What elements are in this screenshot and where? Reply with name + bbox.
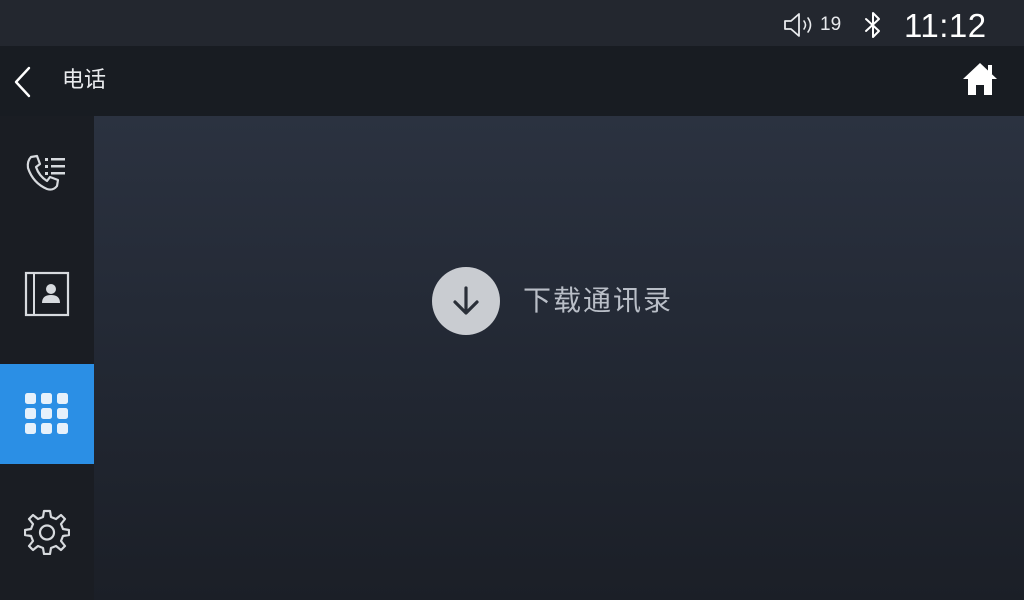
title-bar: 电话 [0,46,1024,116]
status-bar: 19 11:12 [0,0,1024,46]
sidebar-item-call-log[interactable] [0,124,94,224]
sidebar-item-settings[interactable] [0,482,94,582]
call-log-icon [26,154,65,191]
home-icon [963,63,997,95]
main-content: 下载通讯录 [94,116,1024,600]
volume-indicator: 19 [783,11,841,39]
download-arrow-icon [453,286,479,315]
download-contacts-label: 下载通讯录 [523,284,674,317]
home-button[interactable] [954,58,1006,102]
download-button-circle [432,267,500,335]
sidebar [0,116,94,600]
dialpad-icon [25,393,68,434]
volume-level: 19 [820,14,842,35]
gear-icon [24,509,70,555]
download-contacts-button[interactable]: 下载通讯录 [432,266,673,336]
sidebar-item-contacts[interactable] [0,244,94,344]
clock: 11:12 [904,7,987,44]
back-button[interactable] [6,60,42,102]
chevron-left-icon [14,66,31,98]
phone-screen: 19 11:12 电话 下载通讯录 [0,0,1024,600]
bluetooth-icon [865,12,880,38]
speaker-icon [784,13,812,37]
contacts-icon [24,271,70,317]
sidebar-item-dialpad[interactable] [0,364,94,464]
page-title: 电话 [62,68,107,93]
